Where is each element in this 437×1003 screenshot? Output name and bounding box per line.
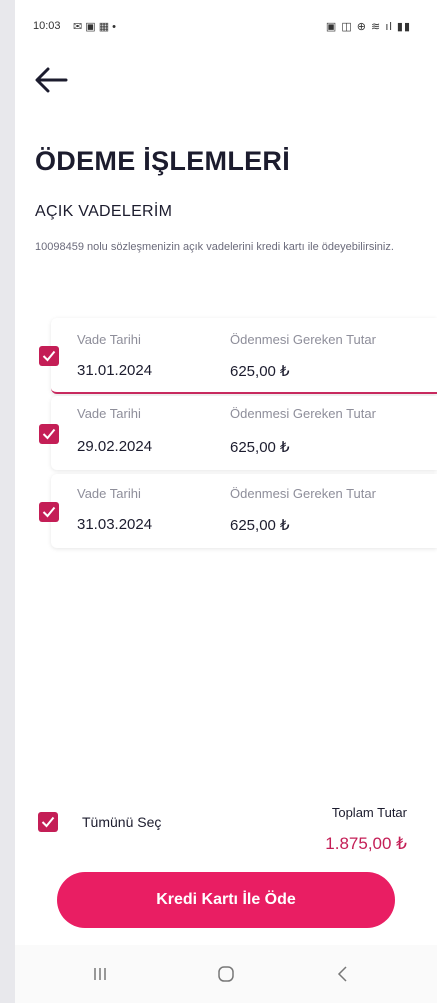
notification-icons: ✉ ▣ ▦ •	[73, 21, 117, 33]
system-icons: ▣ ◫ ⊕ ≋ ıl ▮▮	[325, 21, 411, 33]
section-title: AÇIK VADELERİM	[35, 203, 173, 220]
nav-recents-button[interactable]	[80, 959, 120, 989]
total-amount: 1.875,00 ₺	[325, 834, 407, 853]
home-icon	[218, 966, 234, 982]
due-date-value: 31.01.2024	[77, 362, 153, 379]
nav-back-button[interactable]	[323, 959, 363, 989]
amount-value: 625,00 ₺	[230, 439, 290, 456]
due-date-label: Vade Tarihi	[77, 332, 141, 347]
arrow-left-icon	[35, 67, 68, 93]
page-description: 10098459 nolu sözleşmenizin açık vadeler…	[35, 241, 394, 253]
select-all-checkbox[interactable]	[38, 812, 58, 832]
installment-card[interactable]: Vade Tarihi 31.03.2024 Ödenmesi Gereken …	[39, 474, 437, 548]
installment-checkbox[interactable]	[39, 346, 59, 366]
due-date-label: Vade Tarihi	[77, 486, 141, 501]
chevron-left-icon	[337, 966, 347, 982]
pay-with-credit-card-button[interactable]: Kredi Kartı İle Öde	[57, 872, 395, 928]
status-bar: 10:03 ✉ ▣ ▦ • ▣ ◫ ⊕ ≋ ıl ▮▮	[15, 0, 437, 48]
check-icon	[41, 816, 55, 828]
check-icon	[42, 506, 56, 518]
app-screen: 10:03 ✉ ▣ ▦ • ▣ ◫ ⊕ ≋ ıl ▮▮ ÖDEME İŞLEML…	[15, 0, 437, 1003]
check-icon	[42, 428, 56, 440]
installment-checkbox[interactable]	[39, 502, 59, 522]
due-date-value: 31.03.2024	[77, 516, 153, 533]
amount-label: Ödenmesi Gereken Tutar	[230, 406, 376, 421]
select-all-label: Tümünü Seç	[82, 814, 162, 830]
amount-label: Ödenmesi Gereken Tutar	[230, 332, 376, 347]
amount-value: 625,00 ₺	[230, 363, 290, 380]
total-label: Toplam Tutar	[331, 805, 407, 820]
installment-card[interactable]: Vade Tarihi 31.01.2024 Ödenmesi Gereken …	[39, 318, 437, 394]
amount-value: 625,00 ₺	[230, 517, 290, 534]
check-icon	[42, 350, 56, 362]
nav-home-button[interactable]	[206, 959, 246, 989]
due-date-label: Vade Tarihi	[77, 406, 141, 421]
recents-icon	[94, 968, 106, 980]
status-time: 10:03	[33, 20, 61, 32]
select-all-toggle[interactable]: Tümünü Seç	[38, 812, 161, 832]
amount-label: Ödenmesi Gereken Tutar	[230, 486, 376, 501]
back-button[interactable]	[31, 62, 71, 98]
installment-card[interactable]: Vade Tarihi 29.02.2024 Ödenmesi Gereken …	[39, 396, 437, 470]
system-nav-bar	[15, 945, 437, 1003]
due-date-value: 29.02.2024	[77, 438, 153, 455]
installment-checkbox[interactable]	[39, 424, 59, 444]
page-title: ÖDEME İŞLEMLERİ	[35, 146, 291, 176]
